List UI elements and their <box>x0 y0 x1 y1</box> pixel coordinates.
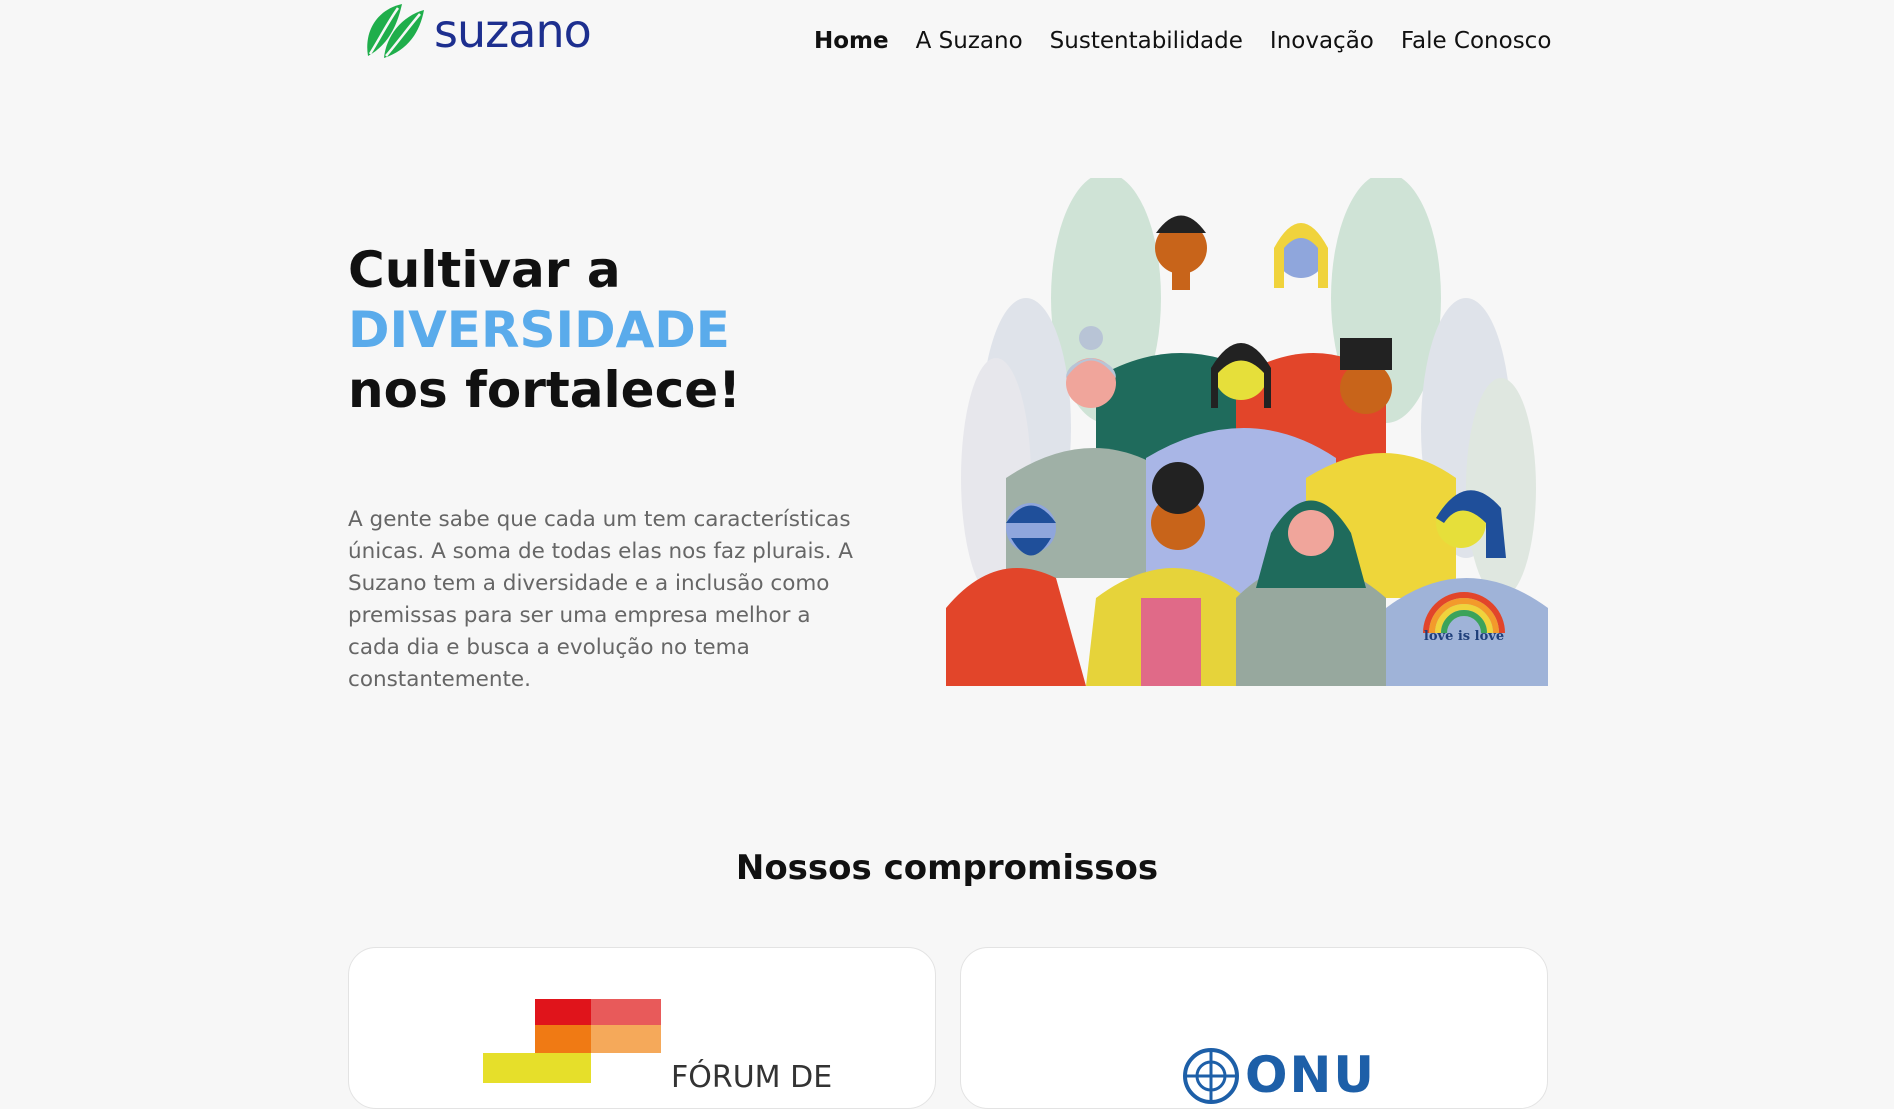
hero-title: Cultivar a DIVERSIDADE nos fortalece! <box>348 240 741 420</box>
onu-logo-text: ONU <box>1245 1046 1376 1104</box>
hero-title-line3: nos fortalece! <box>348 361 741 419</box>
forum-logo-text: FÓRUM DE <box>671 1060 833 1095</box>
hero-title-accent: DIVERSIDADE <box>348 301 730 359</box>
nav-sustentabilidade[interactable]: Sustentabilidade <box>1050 28 1243 54</box>
forum-logo-icon <box>483 999 661 1083</box>
un-emblem-icon <box>1183 1048 1239 1104</box>
commitments-title: Nossos compromissos <box>735 848 1159 888</box>
suzano-logo[interactable]: suzano <box>362 2 592 60</box>
hero-title-line1: Cultivar a <box>348 241 621 299</box>
love-is-love-text: love is love <box>1424 629 1504 644</box>
main-navigation: Home A Suzano Sustentabilidade Inovação … <box>814 28 1578 54</box>
hero-description: A gente sabe que cada um tem característ… <box>348 507 853 692</box>
nav-home[interactable]: Home <box>814 28 889 54</box>
nav-a-suzano[interactable]: A Suzano <box>916 28 1023 54</box>
leaf-logo-icon <box>367 4 424 58</box>
logo-wordmark: suzano <box>434 4 592 58</box>
diversity-people-illustration: love is love <box>946 178 1548 686</box>
commitment-card-forum[interactable]: FÓRUM DE <box>348 947 936 1109</box>
nav-fale-conosco[interactable]: Fale Conosco <box>1401 28 1552 54</box>
nav-inovacao[interactable]: Inovação <box>1270 28 1374 54</box>
commitment-card-onu[interactable]: ONU <box>960 947 1548 1109</box>
